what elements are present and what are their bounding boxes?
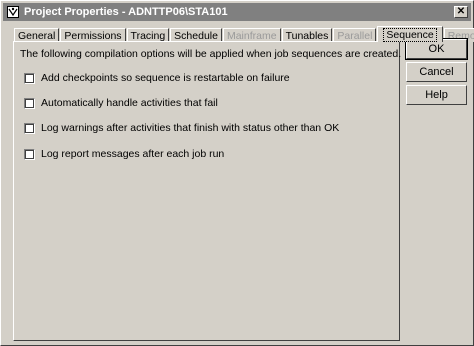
sequence-tab-panel: The following compilation options will b… xyxy=(13,41,402,341)
help-button[interactable]: Help xyxy=(406,85,467,105)
tab-label: General xyxy=(18,29,56,42)
tab-label: Permissions xyxy=(64,29,122,42)
tab-tracing[interactable]: Tracing xyxy=(126,28,170,42)
close-icon[interactable]: ✕ xyxy=(454,6,468,18)
log-warnings-label: Log warnings after activities that finis… xyxy=(41,122,340,134)
log-warnings-checkbox[interactable] xyxy=(24,122,35,134)
tab-sequence[interactable]: Sequence xyxy=(377,26,443,42)
tab-parallel: Parallel xyxy=(333,28,377,42)
tab-label: Mainframe xyxy=(226,29,277,42)
log-report-label: Log report messages after each job run xyxy=(41,148,225,160)
title-bar[interactable]: Project Properties - ADNTTP06\STA101 ✕ xyxy=(3,3,471,21)
tab-schedule[interactable]: Schedule xyxy=(170,28,222,42)
ok-button[interactable]: OK xyxy=(405,38,468,60)
tab-general[interactable]: General xyxy=(14,28,60,42)
panel-description: The following compilation options will b… xyxy=(20,48,402,60)
handle-failures-option[interactable]: Automatically handle activities that fai… xyxy=(24,97,218,109)
tab-label: Parallel xyxy=(337,29,373,42)
checkpoints-checkbox[interactable] xyxy=(24,72,35,84)
tab-label: Tunables xyxy=(285,29,329,42)
tab-strip: General Permissions Tracing Schedule Mai… xyxy=(14,26,474,42)
handle-failures-checkbox[interactable] xyxy=(24,97,35,109)
checkpoints-label: Add checkpoints so sequence is restartab… xyxy=(41,72,290,84)
checkpoints-option[interactable]: Add checkpoints so sequence is restartab… xyxy=(24,72,290,84)
project-properties-dialog: Project Properties - ADNTTP06\STA101 ✕ G… xyxy=(0,0,474,346)
tab-label: Sequence xyxy=(383,27,437,42)
log-warnings-option[interactable]: Log warnings after activities that finis… xyxy=(24,122,339,134)
log-report-option[interactable]: Log report messages after each job run xyxy=(24,148,224,160)
tab-permissions[interactable]: Permissions xyxy=(60,28,126,42)
log-report-checkbox[interactable] xyxy=(24,148,35,160)
window-title: Project Properties - ADNTTP06\STA101 xyxy=(24,6,228,18)
tab-tunables[interactable]: Tunables xyxy=(281,28,333,42)
tab-mainframe: Mainframe xyxy=(222,28,281,42)
cancel-button[interactable]: Cancel xyxy=(406,62,467,82)
handle-failures-label: Automatically handle activities that fai… xyxy=(41,97,218,109)
tab-label: Tracing xyxy=(130,29,166,42)
project-properties-icon xyxy=(6,5,20,19)
tab-label: Schedule xyxy=(174,29,218,42)
